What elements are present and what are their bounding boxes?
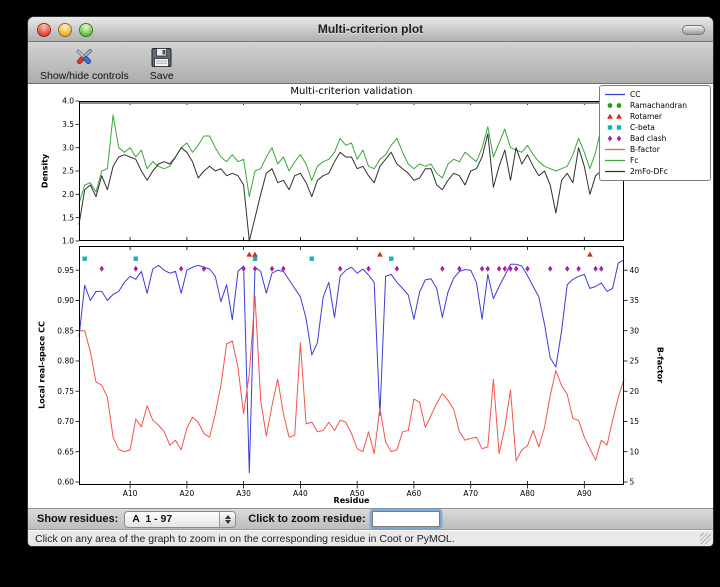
multi-criterion-plot-window: Multi-criterion plot Show/hide controls [28,17,713,546]
legend-entry: 2mFo-DFc [604,166,706,177]
status-message: Click on any area of the graph to zoom i… [35,533,455,545]
legend-entry-label: Rotamer [630,112,662,121]
svg-text:A20: A20 [180,489,195,498]
resize-grip-icon[interactable] [700,533,711,544]
status-bar: Click on any area of the graph to zoom i… [28,531,713,546]
svg-text:25: 25 [630,357,640,366]
cc-axis-label: Local real-space CC [38,321,47,409]
legend: CC Ramachandran Rotamer C-beta Bad clash B-fa… [599,85,711,181]
legend-entry-label: C-beta [630,123,655,132]
svg-text:0.85: 0.85 [57,326,74,335]
svg-text:0.75: 0.75 [57,387,74,396]
svg-text:20: 20 [630,387,640,396]
svg-text:4.0: 4.0 [62,97,74,106]
zoom-residue-input[interactable] [372,511,440,527]
svg-text:3.0: 3.0 [62,143,74,152]
svg-text:A90: A90 [577,489,592,498]
svg-text:2.5: 2.5 [62,167,74,176]
svg-text:A10: A10 [123,489,138,498]
svg-text:5: 5 [630,478,635,487]
zoom-button[interactable] [79,23,93,37]
legend-entry-label: Bad clash [630,134,666,143]
svg-text:0.60: 0.60 [57,478,74,487]
svg-text:0.70: 0.70 [57,417,74,426]
zoom-residue-label: Click to zoom residue: [248,513,365,525]
minimize-button[interactable] [58,23,72,37]
legend-entry-label: 2mFo-DFc [630,167,668,176]
svg-text:35: 35 [630,296,640,305]
legend-entry: Fc [604,155,706,166]
window-title: Multi-criterion plot [28,17,713,41]
save-button[interactable]: Save [149,45,175,82]
cc-bfactor-plot[interactable]: A10A20A30A40A50A60A70A80A900.600.650.700… [79,246,624,485]
show-hide-controls-button[interactable]: Show/hide controls [40,45,129,82]
plot-title: Multi-criterion validation [79,86,624,97]
svg-text:A70: A70 [463,489,478,498]
svg-text:2.0: 2.0 [62,190,74,199]
show-hide-controls-label: Show/hide controls [40,70,129,82]
legend-entry: Bad clash [604,133,706,144]
density-plot[interactable]: 1.01.52.02.53.03.54.0 [79,101,624,241]
legend-entry-label: Ramachandran [630,101,687,110]
plot-canvas[interactable]: Multi-criterion validation Density Local… [28,84,713,508]
legend-entry-label: Fc [630,156,638,165]
svg-text:A80: A80 [520,489,535,498]
stepper-down-icon [225,520,231,524]
save-floppy-icon [149,45,175,69]
window-controls [37,23,93,37]
svg-text:3.5: 3.5 [62,120,74,129]
svg-text:15: 15 [630,417,640,426]
svg-text:0.90: 0.90 [57,296,74,305]
stepper-up-icon [225,515,231,519]
svg-text:A30: A30 [236,489,251,498]
legend-entry: CC [604,89,706,100]
density-axis-label: Density [41,154,50,188]
svg-text:A40: A40 [293,489,308,498]
bfactor-axis-label: B-factor [656,347,665,383]
tools-icon [71,45,97,69]
legend-entry: C-beta [604,122,706,133]
svg-text:A60: A60 [407,489,422,498]
svg-text:0.80: 0.80 [57,357,74,366]
toolbar-toggle-button[interactable] [682,25,705,35]
title-bar[interactable]: Multi-criterion plot [28,17,713,42]
show-residues-label: Show residues: [37,513,118,525]
svg-text:A50: A50 [350,489,365,498]
save-label: Save [150,70,174,82]
svg-text:0.65: 0.65 [57,447,74,456]
svg-text:40: 40 [630,266,640,275]
close-button[interactable] [37,23,51,37]
legend-entry: B-factor [604,144,706,155]
svg-text:0.95: 0.95 [57,266,74,275]
svg-text:30: 30 [630,326,640,335]
controls-bar: Show residues: A 1 - 97 Click to zoom re… [28,508,713,530]
dropdown-stepper[interactable] [219,512,235,527]
svg-text:10: 10 [630,447,640,456]
svg-text:1.5: 1.5 [62,213,74,222]
chain-range-dropdown[interactable]: A 1 - 97 [124,511,236,528]
legend-entry: Ramachandran [604,100,706,111]
legend-entry-label: B-factor [630,145,660,154]
chain-range-value: A 1 - 97 [125,513,219,525]
legend-entry-label: CC [630,90,640,99]
toolbar: Show/hide controls Save [28,42,713,84]
legend-entry: Rotamer [604,111,706,122]
svg-text:1.0: 1.0 [62,237,74,246]
